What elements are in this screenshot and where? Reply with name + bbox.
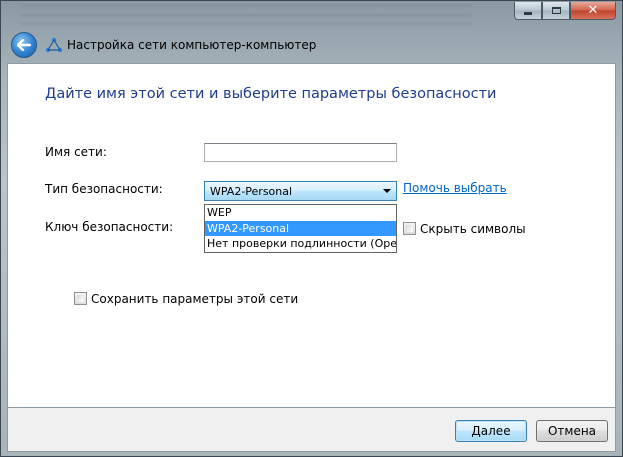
security-type-dropdown: WEP WPA2-Personal Нет проверки подлиннос… [204, 204, 397, 253]
blurred-background-text [21, 5, 472, 31]
network-name-label: Имя сети: [45, 145, 107, 159]
network-icon [45, 37, 63, 53]
minimize-icon [524, 12, 532, 15]
chevron-down-icon [383, 189, 391, 193]
cancel-button[interactable]: Отмена [536, 420, 608, 442]
checkbox-box [406, 225, 413, 232]
back-button[interactable] [11, 32, 37, 58]
window-title: Настройка сети компьютер-компьютер [67, 38, 317, 52]
next-button[interactable]: Далее [455, 420, 527, 442]
caption-buttons: ✕ [514, 2, 616, 20]
security-type-value: WPA2-Personal [210, 185, 293, 198]
button-bar: Далее Отмена [7, 408, 616, 452]
save-settings-checkbox[interactable] [74, 292, 87, 305]
security-key-label: Ключ безопасности: [45, 220, 174, 234]
network-name-input[interactable] [204, 143, 397, 162]
security-type-select[interactable]: WPA2-Personal [204, 181, 397, 201]
maximize-icon [551, 7, 561, 14]
save-settings-label: Сохранить параметры этой сети [91, 292, 299, 306]
back-arrow-icon [17, 39, 31, 51]
checkbox-box [77, 295, 84, 302]
title-bar: Настройка сети компьютер-компьютер [7, 29, 616, 63]
dropdown-option-wep[interactable]: WEP [205, 205, 396, 221]
page-heading: Дайте имя этой сети и выберите параметры… [45, 86, 497, 102]
close-button[interactable]: ✕ [570, 2, 616, 20]
help-choose-link[interactable]: Помочь выбрать [403, 181, 507, 195]
window-frame: ✕ Настройка сети компьютер-компьютер Дай… [0, 0, 623, 457]
dropdown-option-wpa2-personal[interactable]: WPA2-Personal [205, 220, 396, 236]
maximize-button[interactable] [542, 2, 570, 20]
minimize-button[interactable] [514, 2, 542, 20]
close-icon: ✕ [587, 3, 599, 18]
dropdown-option-open[interactable]: Нет проверки подлинности (Open) [205, 236, 396, 252]
security-type-label: Тип безопасности: [45, 182, 163, 196]
hide-characters-checkbox[interactable] [403, 222, 416, 235]
hide-characters-label: Скрыть символы [420, 222, 526, 236]
content-pane: Дайте имя этой сети и выберите параметры… [7, 63, 616, 408]
